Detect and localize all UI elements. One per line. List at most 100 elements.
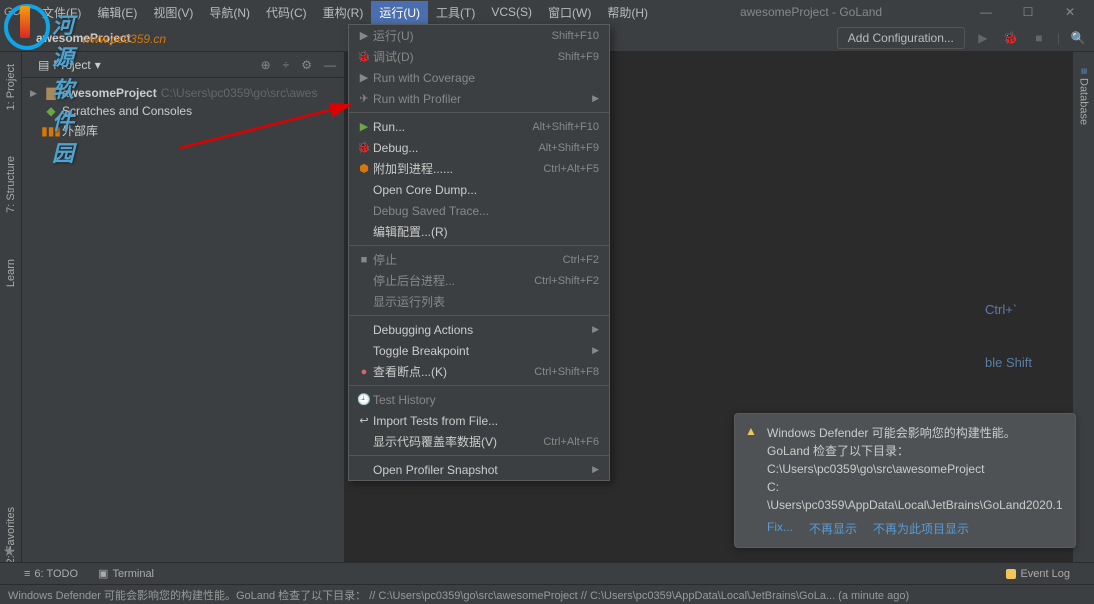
maximize-button[interactable]: ☐ — [1008, 0, 1048, 25]
menu-file[interactable]: 文件(F) — [34, 1, 89, 24]
status-text: Windows Defender 可能会影响您的构建性能。GoLand 检查了以… — [8, 587, 909, 603]
project-tree: ▶ ▇ awesomeProject C:\Users\pc0359\go\sr… — [22, 78, 344, 147]
menu-item[interactable]: Toggle Breakpoint▶ — [349, 340, 609, 361]
status-bar: Windows Defender 可能会影响您的构建性能。GoLand 检查了以… — [0, 584, 1094, 604]
submenu-arrow-icon: ▶ — [592, 93, 599, 104]
menu-item: ▶运行(U)Shift+F10 — [349, 25, 609, 46]
scratch-icon: ◆ — [44, 104, 58, 118]
add-configuration-button[interactable]: Add Configuration... — [837, 27, 965, 49]
event-log-button[interactable]: Event Log — [1006, 568, 1070, 580]
menu-item[interactable]: 显示代码覆盖率数据(V)Ctrl+Alt+F6 — [349, 431, 609, 452]
menu-item-icon: ▶ — [355, 71, 373, 84]
breadcrumb[interactable]: awesomeProject — [6, 31, 131, 45]
menu-item-icon: ▶ — [355, 29, 373, 42]
menu-code[interactable]: 代码(C) — [258, 1, 315, 24]
menu-view[interactable]: 视图(V) — [145, 1, 201, 24]
settings-icon[interactable]: ⚙ — [301, 58, 312, 72]
menu-item: 停止后台进程...Ctrl+Shift+F2 — [349, 270, 609, 291]
debug-icon[interactable]: 🐞 — [1001, 28, 1021, 48]
menu-item: 🐞调试(D)Shift+F9 — [349, 46, 609, 67]
menu-item: 🕘Test History — [349, 389, 609, 410]
notification-popup: ▲ Windows Defender 可能会影响您的构建性能。 GoLand 检… — [734, 413, 1076, 548]
minimize-button[interactable]: ― — [966, 0, 1006, 25]
tree-scratches[interactable]: ◆ Scratches and Consoles — [26, 102, 340, 120]
menu-bar: GO 文件(F) 编辑(E) 视图(V) 导航(N) 代码(C) 重构(R) 运… — [0, 0, 1094, 24]
tab-structure[interactable]: 7: Structure — [3, 148, 19, 221]
tree-external-libs[interactable]: ▮▮▮ 外部库 — [26, 120, 340, 141]
menu-item-label: Import Tests from File... — [373, 414, 599, 428]
notif-dontshow-link[interactable]: 不再显示 — [809, 520, 857, 537]
tab-project[interactable]: 1: Project — [3, 56, 19, 118]
menu-item[interactable]: ▶Run...Alt+Shift+F10 — [349, 116, 609, 137]
menu-item[interactable]: ⬢附加到进程......Ctrl+Alt+F5 — [349, 158, 609, 179]
search-icon[interactable]: 🔍 — [1068, 28, 1088, 48]
tab-database[interactable]: ≡ Database — [1076, 60, 1092, 134]
menu-item-label: 附加到进程...... — [373, 160, 543, 177]
run-icon[interactable]: ▶ — [973, 28, 993, 48]
submenu-arrow-icon: ▶ — [592, 464, 599, 475]
menu-window[interactable]: 窗口(W) — [540, 1, 599, 24]
menu-vcs[interactable]: VCS(S) — [483, 2, 540, 22]
menu-item-label: Run with Profiler — [373, 92, 588, 106]
notif-dontshow-project-link[interactable]: 不再为此项目显示 — [873, 520, 969, 537]
menu-item: ▶Run with Coverage — [349, 67, 609, 88]
menu-item-shortcut: Ctrl+Alt+F5 — [543, 163, 599, 175]
menu-item[interactable]: ↩Import Tests from File... — [349, 410, 609, 431]
target-icon[interactable]: ⊕ — [261, 58, 271, 72]
menu-item-label: 停止 — [373, 251, 563, 268]
menu-item-label: 编辑配置...(R) — [373, 223, 599, 240]
collapse-icon[interactable]: ― — [324, 58, 336, 72]
favorite-star-icon[interactable]: ★ — [3, 543, 16, 560]
menu-item[interactable]: 🐞Debug...Alt+Shift+F9 — [349, 137, 609, 158]
menu-item[interactable]: Open Profiler Snapshot ▶ — [349, 459, 609, 480]
submenu-arrow-icon: ▶ — [592, 345, 599, 356]
menu-item-icon: 🐞 — [355, 141, 373, 154]
menu-item[interactable]: 编辑配置...(R) — [349, 221, 609, 242]
menu-item-shortcut: Ctrl+F2 — [563, 254, 599, 266]
menu-edit[interactable]: 编辑(E) — [89, 1, 145, 24]
menu-item-label: Run... — [373, 120, 532, 134]
menu-item-icon: ● — [355, 366, 373, 378]
menu-tools[interactable]: 工具(T) — [428, 1, 483, 24]
expand-icon[interactable]: ÷ — [283, 58, 290, 72]
menu-item-label: 显示运行列表 — [373, 293, 599, 310]
tab-favorites[interactable]: 2: Favorites — [3, 499, 19, 572]
library-icon: ▮▮▮ — [44, 124, 58, 138]
notif-text: C: — [767, 478, 1063, 496]
menu-item-icon: ■ — [355, 254, 373, 266]
menu-item-label: Debugging Actions — [373, 323, 588, 337]
menu-item: Debug Saved Trace... — [349, 200, 609, 221]
notif-text: Windows Defender 可能会影响您的构建性能。 — [767, 424, 1063, 442]
menu-item-label: 停止后台进程... — [373, 272, 534, 289]
menu-refactor[interactable]: 重构(R) — [315, 1, 372, 24]
menu-item: 显示运行列表 — [349, 291, 609, 312]
menu-run[interactable]: 运行(U) — [371, 1, 428, 24]
menu-item[interactable]: Debugging Actions▶ — [349, 319, 609, 340]
menu-item: ■停止Ctrl+F2 — [349, 249, 609, 270]
run-menu-dropdown: ▶运行(U)Shift+F10🐞调试(D)Shift+F9▶Run with C… — [348, 24, 610, 481]
tab-learn[interactable]: Learn — [3, 251, 19, 295]
menu-item[interactable]: Open Core Dump... — [349, 179, 609, 200]
menu-item-icon: ✈ — [355, 92, 373, 105]
project-panel-title[interactable]: ▤ Project ▾ — [30, 56, 109, 74]
menu-item-icon: 🕘 — [355, 393, 373, 406]
menu-item-icon: ⬢ — [355, 162, 373, 175]
menu-item-label: Debug Saved Trace... — [373, 204, 599, 218]
tab-todo[interactable]: ≡ 6: TODO — [24, 568, 78, 580]
stop-icon[interactable]: ■ — [1029, 28, 1049, 48]
folder-icon: ▇ — [44, 86, 58, 100]
warning-indicator-icon — [1006, 569, 1016, 579]
menu-help[interactable]: 帮助(H) — [599, 1, 656, 24]
menu-item-label: 运行(U) — [373, 27, 552, 44]
menu-item: ✈Run with Profiler ▶ — [349, 88, 609, 109]
menu-navigate[interactable]: 导航(N) — [201, 1, 258, 24]
close-button[interactable]: ✕ — [1050, 0, 1090, 25]
menu-item-label: Open Profiler Snapshot — [373, 463, 588, 477]
tab-terminal[interactable]: ▣ Terminal — [98, 567, 154, 580]
menu-item-icon: 🐞 — [355, 50, 373, 63]
notif-fix-link[interactable]: Fix... — [767, 520, 793, 537]
menu-item-label: Open Core Dump... — [373, 183, 599, 197]
tree-root[interactable]: ▶ ▇ awesomeProject C:\Users\pc0359\go\sr… — [26, 84, 340, 102]
menu-item-shortcut: Ctrl+Shift+F8 — [534, 366, 599, 378]
menu-item[interactable]: ●查看断点...(K)Ctrl+Shift+F8 — [349, 361, 609, 382]
